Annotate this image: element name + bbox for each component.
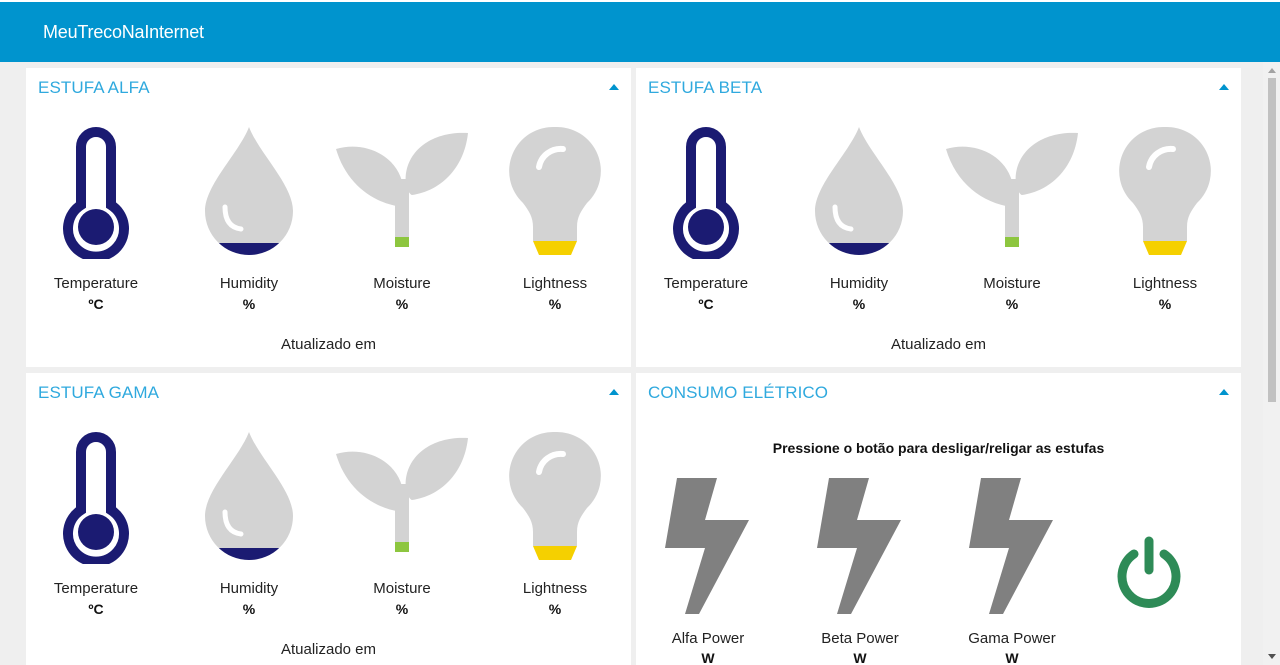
sprout-icon (336, 132, 468, 247)
sensor-label: Moisture (373, 580, 431, 597)
sensor-label: Lightness (522, 275, 588, 292)
panel-title: ESTUFA GAMA (38, 383, 160, 402)
sensor-unit: ºC (88, 601, 104, 617)
sprout-icon (336, 437, 468, 552)
power-meter-beta: Beta Power W (800, 478, 920, 665)
panel-title: ESTUFA ALFA (38, 78, 150, 97)
sensor-moisture: Moisture % (332, 428, 472, 628)
droplet-icon (205, 432, 293, 560)
sensor-unit: % (395, 601, 409, 617)
updated-text: Atualizado em (280, 641, 377, 658)
power-meter-gama: Gama Power W (952, 478, 1072, 665)
sensor-unit: % (548, 601, 562, 617)
sensor-humidity: Humidity % (179, 123, 319, 323)
sensor-unit: % (1005, 296, 1019, 312)
sensor-label: Humidity (219, 275, 279, 292)
updated-text: Atualizado em (280, 336, 377, 353)
meter-unit: W (1005, 650, 1019, 665)
collapse-button[interactable] (609, 84, 619, 90)
panel-title: CONSUMO ELÉTRICO (648, 383, 829, 402)
sensor-humidity: Humidity % (789, 123, 929, 323)
sensor-unit: % (242, 296, 256, 312)
sensor-label: Lightness (1132, 275, 1198, 292)
sensor-unit: % (852, 296, 866, 312)
power-meter-alfa: Alfa Power W (648, 478, 768, 665)
sensor-unit: % (242, 601, 256, 617)
sensor-lightness: Lightness % (485, 428, 625, 628)
sensor-unit: % (548, 296, 562, 312)
thermometer-icon (673, 127, 739, 259)
sensor-moisture: Moisture % (332, 123, 472, 323)
sensor-moisture: Moisture % (942, 123, 1082, 323)
sensor-lightness: Lightness % (485, 123, 625, 323)
collapse-button[interactable] (609, 389, 619, 395)
sensor-label: Temperature (53, 275, 139, 292)
scroll-thumb[interactable] (1268, 78, 1276, 402)
meter-unit: W (701, 650, 715, 665)
meter-unit: W (853, 650, 867, 665)
droplet-icon (815, 127, 903, 255)
sensor-label: Temperature (663, 275, 749, 292)
scroll-down-arrow[interactable] (1268, 654, 1276, 659)
lightning-icon (969, 478, 1053, 614)
sensor-unit: ºC (88, 296, 104, 312)
page-scrollbar[interactable] (1263, 62, 1280, 665)
sensor-label: Humidity (219, 580, 279, 597)
power-icon (1117, 536, 1181, 608)
thermometer-icon (63, 432, 129, 564)
bulb-icon (509, 126, 601, 255)
panel-estufa-alfa: ESTUFA ALFA Temperature ºC Humidity % Mo… (26, 68, 631, 367)
lightning-icon (817, 478, 901, 614)
meter-label: Beta Power (821, 630, 899, 647)
sensor-temperature: Temperature ºC (636, 123, 776, 323)
meter-label: Gama Power (968, 630, 1056, 647)
panel-title: ESTUFA BETA (648, 78, 763, 97)
meter-label: Alfa Power (671, 630, 745, 647)
sensor-label: Moisture (373, 275, 431, 292)
instruction-text: Pressione o botão para desligar/religar … (772, 440, 1105, 456)
sensor-humidity: Humidity % (179, 428, 319, 628)
collapse-button[interactable] (1219, 389, 1229, 395)
app-header: MeuTrecoNaInternet (0, 0, 1280, 62)
sensor-label: Lightness (522, 580, 588, 597)
sensor-label: Humidity (829, 275, 889, 292)
lightning-icon (665, 478, 749, 614)
collapse-button[interactable] (1219, 84, 1229, 90)
bulb-icon (1119, 126, 1211, 255)
sprout-icon (946, 132, 1078, 247)
sensor-label: Temperature (53, 580, 139, 597)
panel-estufa-beta: ESTUFA BETA Temperature ºC Humidity % Mo… (636, 68, 1241, 367)
sensor-unit: % (1158, 296, 1172, 312)
thermometer-icon (63, 127, 129, 259)
droplet-icon (205, 127, 293, 255)
sensor-label: Moisture (983, 275, 1041, 292)
bulb-icon (509, 431, 601, 560)
power-toggle-button[interactable] (1116, 536, 1182, 613)
scroll-up-arrow[interactable] (1268, 68, 1276, 73)
panel-estufa-gama: ESTUFA GAMA Temperature ºC Humidity % Mo… (26, 373, 631, 665)
panel-consumo-eletrico: CONSUMO ELÉTRICO Pressione o botão para … (636, 373, 1241, 665)
sensor-temperature: Temperature ºC (26, 123, 166, 323)
sensor-temperature: Temperature ºC (26, 428, 166, 628)
updated-text: Atualizado em (890, 336, 987, 353)
sensor-unit: ºC (698, 296, 714, 312)
sensor-lightness: Lightness % (1095, 123, 1235, 323)
app-title: MeuTrecoNaInternet (43, 22, 204, 42)
sensor-unit: % (395, 296, 409, 312)
